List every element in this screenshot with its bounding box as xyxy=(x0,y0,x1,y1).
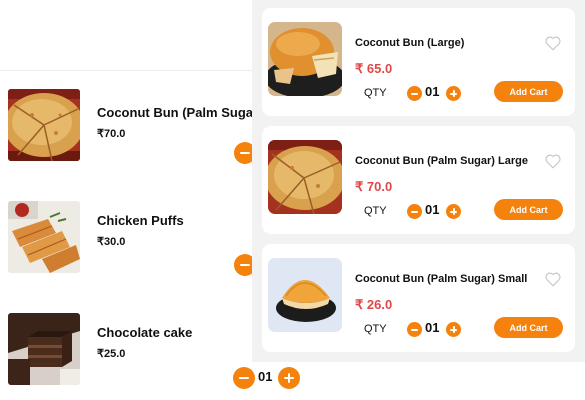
minus-icon xyxy=(411,328,418,331)
chocolate-cake-image xyxy=(8,313,80,385)
product-price: ₹30.0 xyxy=(97,236,126,248)
increment-button[interactable] xyxy=(446,204,461,219)
increment-button[interactable] xyxy=(446,322,461,337)
qty-label: QTY xyxy=(364,87,387,99)
heart-icon[interactable] xyxy=(544,270,562,288)
minus-icon xyxy=(411,210,418,213)
cart-item-name: Coconut Bun (Large) xyxy=(355,37,465,49)
list-header-area xyxy=(0,0,252,71)
add-cart-button[interactable]: Add Cart xyxy=(494,317,563,338)
decrement-button[interactable] xyxy=(407,322,422,337)
cart-item-card: Coconut Bun (Large) ₹ 65.0 QTY 01 Add Ca… xyxy=(262,8,575,116)
coconut-bun-small-image xyxy=(268,258,342,332)
cart-item-name: Coconut Bun (Palm Sugar) Small xyxy=(355,273,528,285)
list-item[interactable]: Coconut Bun (Palm Sugar) L ₹70.0 xyxy=(0,89,274,189)
qty-label: QTY xyxy=(364,205,387,217)
cart-item-price: ₹ 26.0 xyxy=(355,297,393,312)
coconut-bun-large-image xyxy=(268,22,342,96)
decrement-button[interactable] xyxy=(407,86,422,101)
increment-button[interactable] xyxy=(446,86,461,101)
cart-item-card: Coconut Bun (Palm Sugar) Large ₹ 70.0 QT… xyxy=(262,126,575,234)
chicken-puffs-image xyxy=(8,201,80,273)
cart-item-name: Coconut Bun (Palm Sugar) Large xyxy=(355,155,528,167)
qty-value: 01 xyxy=(425,202,440,217)
decrement-button[interactable] xyxy=(407,204,422,219)
minus-icon xyxy=(239,377,249,379)
minus-icon xyxy=(240,264,250,266)
product-price: ₹70.0 xyxy=(97,128,126,140)
minus-icon xyxy=(240,152,250,154)
list-item[interactable]: Chocolate cake ₹25.0 xyxy=(0,313,252,400)
heart-icon[interactable] xyxy=(544,34,562,52)
product-name: Chicken Puffs xyxy=(97,213,184,228)
product-list: Coconut Bun (Palm Sugar) L ₹70.0 Chicken… xyxy=(0,72,274,400)
list-item[interactable]: Chicken Puffs ₹30.0 xyxy=(0,201,252,301)
product-name: Chocolate cake xyxy=(97,325,193,340)
add-cart-button[interactable]: Add Cart xyxy=(494,81,563,102)
qty-value: 01 xyxy=(425,84,440,99)
plus-icon xyxy=(450,90,457,97)
plus-icon xyxy=(450,208,457,215)
qty-label: QTY xyxy=(364,323,387,335)
plus-icon xyxy=(284,373,294,383)
qty-value: 01 xyxy=(258,369,273,384)
decrement-button[interactable] xyxy=(233,367,255,389)
cart-panel: Coconut Bun (Large) ₹ 65.0 QTY 01 Add Ca… xyxy=(252,0,585,362)
product-price: ₹25.0 xyxy=(97,348,126,360)
coconut-bun-palm-sugar-image xyxy=(268,140,342,214)
plus-icon xyxy=(450,326,457,333)
heart-icon[interactable] xyxy=(544,152,562,170)
product-name: Coconut Bun (Palm Sugar) L xyxy=(97,105,274,120)
minus-icon xyxy=(411,92,418,95)
increment-button[interactable] xyxy=(278,367,300,389)
cart-item-price: ₹ 65.0 xyxy=(355,61,393,76)
cart-item-price: ₹ 70.0 xyxy=(355,179,393,194)
qty-value: 01 xyxy=(425,320,440,335)
coconut-bun-image xyxy=(8,89,80,161)
add-cart-button[interactable]: Add Cart xyxy=(494,199,563,220)
cart-item-card: Coconut Bun (Palm Sugar) Small ₹ 26.0 QT… xyxy=(262,244,575,352)
